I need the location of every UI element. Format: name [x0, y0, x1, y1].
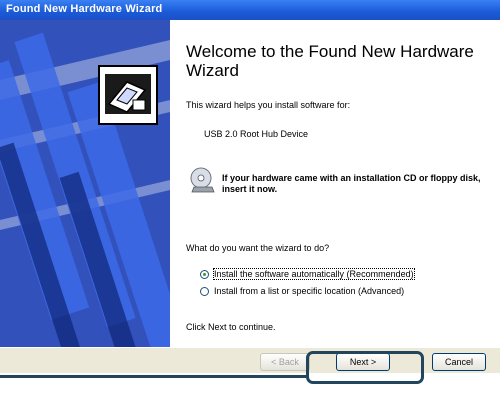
cd-disc-icon — [190, 167, 216, 193]
callout-pointer-line — [0, 375, 306, 378]
option-auto-label[interactable]: Install the software automatically (Reco… — [213, 268, 415, 280]
page-title: Welcome to the Found New Hardware Wizard — [186, 42, 474, 80]
cancel-button[interactable]: Cancel — [432, 353, 486, 371]
option-auto-radio[interactable] — [200, 270, 209, 279]
window-title: Found New Hardware Wizard — [6, 3, 163, 15]
next-button-highlight — [306, 351, 424, 384]
question-text: What do you want the wizard to do? — [186, 243, 330, 253]
cd-note: If your hardware came with an installati… — [222, 173, 481, 194]
wizard-window: Found New Hardware Wizard Welcome to the… — [0, 0, 500, 373]
back-button[interactable]: < Back — [260, 353, 310, 371]
wizard-content: Welcome to the Found New Hardware Wizard… — [170, 20, 500, 347]
button-bar: < Back Next > Cancel — [0, 347, 500, 373]
device-name: USB 2.0 Root Hub Device — [204, 129, 309, 139]
wizard-side-panel — [0, 20, 170, 347]
continue-text: Click Next to continue. — [186, 322, 276, 332]
intro-text: This wizard helps you install software f… — [186, 100, 351, 110]
hardware-box-icon — [97, 64, 159, 126]
option-advanced-radio[interactable] — [200, 287, 209, 296]
title-bar[interactable]: Found New Hardware Wizard — [0, 0, 500, 20]
option-advanced-label[interactable]: Install from a list or specific location… — [214, 286, 404, 296]
